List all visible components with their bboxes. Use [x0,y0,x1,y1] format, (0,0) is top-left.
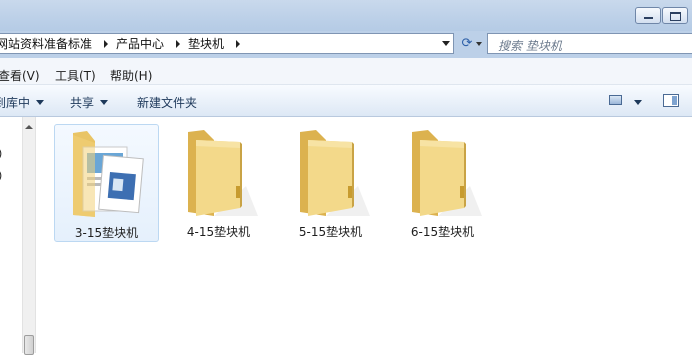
share-button[interactable]: 共享 [70,94,109,111]
search-input[interactable]: 搜索 垫块机 [487,33,692,54]
command-toolbar: 到库中 共享 新建文件夹 [0,85,692,117]
address-history-dropdown-icon[interactable] [442,41,450,46]
menu-bar: 查看(V) 工具(T) 帮助(H) [0,58,692,85]
change-view-icon[interactable] [609,95,622,105]
preview-pane-icon[interactable] [663,94,679,107]
folder-icon [300,130,370,216]
include-in-library-label: 到库中 [0,96,31,110]
menu-view[interactable]: 查看(V) [0,67,40,84]
chevron-down-icon [36,100,45,105]
address-row: 网站资料准备标准 产品中心 垫块机 ⟳ 搜索 垫块机 [0,31,692,58]
view-dropdown-icon[interactable] [634,100,642,105]
folder-name: 4-15垫块机 [186,225,251,239]
folder-icon [412,130,482,216]
folder-item[interactable]: 6-15垫块机 [390,124,495,242]
nav-item-fragment[interactable]: ) [0,169,2,182]
file-list: 3-15垫块机 4-15垫块机 5-15垫块机 6-15垫块机 [37,117,692,353]
breadcrumb-chevron-icon[interactable] [176,39,181,48]
share-label: 共享 [70,96,95,110]
scroll-up-icon[interactable] [25,125,33,129]
breadcrumb-item[interactable]: 产品中心 [116,35,170,52]
maximize-button[interactable] [662,7,688,24]
folder-item[interactable]: 5-15垫块机 [278,124,383,242]
breadcrumb-chevron-icon[interactable] [104,39,109,48]
refresh-dropdown-icon[interactable] [476,42,482,46]
minimize-button[interactable] [635,7,661,24]
refresh-icon[interactable]: ⟳ [457,34,477,53]
title-bar [0,0,692,31]
new-folder-button[interactable]: 新建文件夹 [137,94,197,111]
folder-item[interactable]: 3-15垫块机 [54,124,159,242]
chevron-down-icon [100,100,109,105]
folder-name: 3-15垫块机 [74,226,139,240]
folder-name: 6-15垫块机 [410,225,475,239]
folder-item[interactable]: 4-15垫块机 [166,124,271,242]
scroll-thumb[interactable] [24,335,34,355]
menu-tools[interactable]: 工具(T) [55,67,96,84]
folder-with-files-icon [73,131,144,217]
breadcrumb-item[interactable]: 垫块机 [188,35,230,52]
nav-item-fragment[interactable]: ) [0,147,2,160]
search-placeholder: 搜索 垫块机 [498,39,562,53]
nav-scrollbar[interactable] [22,117,36,355]
folder-name: 5-15垫块机 [298,225,363,239]
include-in-library-button[interactable]: 到库中 [0,94,45,111]
breadcrumb-item[interactable]: 网站资料准备标准 [0,35,98,52]
address-bar[interactable]: 网站资料准备标准 产品中心 垫块机 [0,33,454,54]
menu-help[interactable]: 帮助(H) [110,67,152,84]
window-controls [634,7,688,24]
folder-icon [188,130,258,216]
breadcrumb-chevron-icon[interactable] [236,39,241,48]
